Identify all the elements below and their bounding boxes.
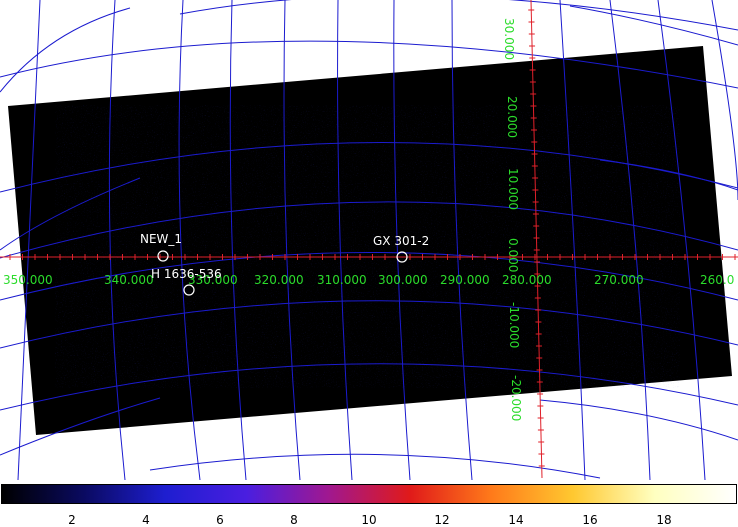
source-label: GX 301-2: [373, 234, 429, 248]
lon-label-320: 320.000: [254, 273, 304, 287]
colorbar-tick-label: 12: [434, 513, 450, 527]
source-label: H 1636-536: [151, 267, 222, 281]
colorbar-tick-label: 18: [656, 513, 672, 527]
lon-label-280: 280.000: [502, 273, 552, 287]
lat-label-10: 10.000: [506, 168, 520, 210]
colorbar-tick-label: 16: [582, 513, 598, 527]
lat-label-20: 20.000: [505, 96, 519, 138]
lon-label-340: 340.000: [104, 273, 154, 287]
colorbar-tick-label: 4: [142, 513, 150, 527]
colorbar-tick-label: 14: [508, 513, 524, 527]
lat-label-minus10: -10.000: [507, 302, 521, 348]
lon-label-350: 350.000: [3, 273, 53, 287]
colorbar-tick-label: 6: [216, 513, 224, 527]
lat-label-30: 30.000: [502, 18, 516, 60]
lon-label-260: 260.0: [700, 273, 734, 287]
lon-label-300: 300.000: [378, 273, 428, 287]
colorbar-tick-label: 2: [68, 513, 76, 527]
lat-label-0: 0.000: [506, 238, 520, 272]
colorbar-panel: 2 4 6 8 10 12 14 16 18: [0, 480, 738, 527]
lon-label-270: 270.000: [594, 273, 644, 287]
colorbar-tick-label: 8: [290, 513, 298, 527]
lon-label-290: 290.000: [440, 273, 490, 287]
sky-map-image: 350.000 340.000 330.000 320.000 310.000 …: [0, 0, 738, 480]
lat-label-minus20: -20.000: [509, 375, 523, 421]
colorbar-tick-label: 10: [361, 513, 377, 527]
colorbar-gradient: [1, 484, 737, 504]
source-label: NEW_1: [140, 232, 182, 246]
lon-label-310: 310.000: [317, 273, 367, 287]
